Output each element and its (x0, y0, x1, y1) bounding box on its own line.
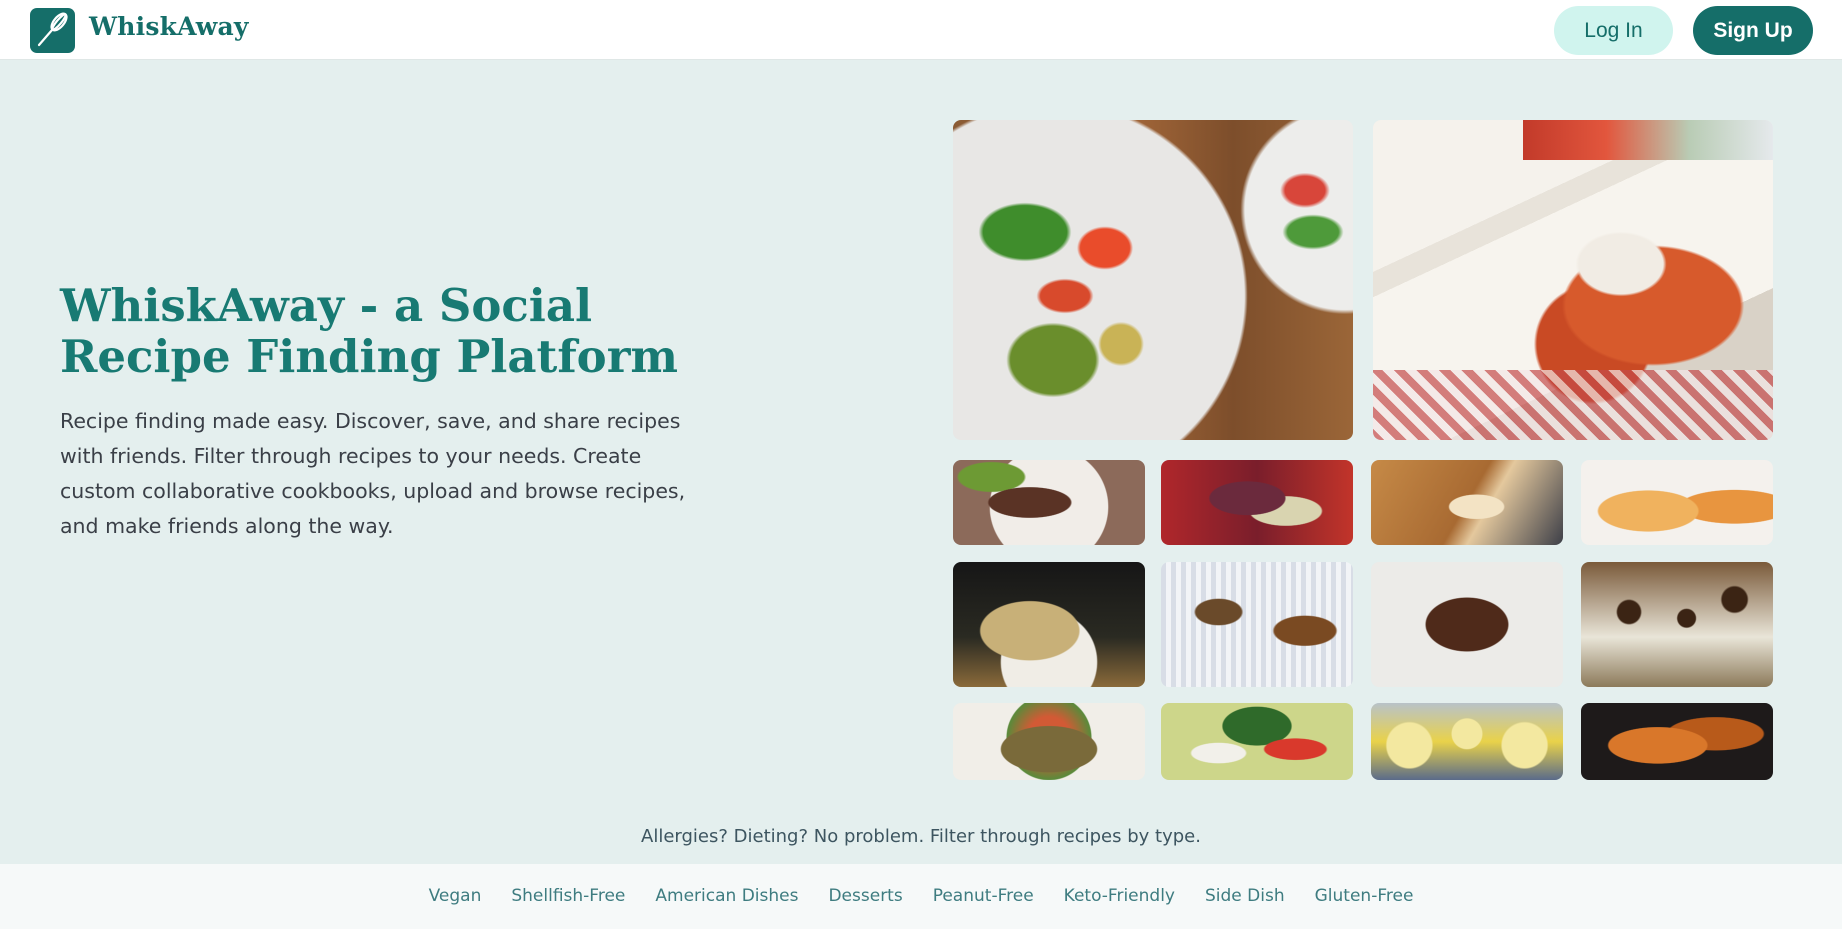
recipe-thumbnail (1581, 703, 1773, 780)
recipe-thumbnail (1161, 460, 1353, 545)
whisk-icon[interactable] (30, 8, 75, 53)
signup-button[interactable]: Sign Up (1693, 6, 1813, 55)
recipe-image-gallery (953, 120, 1773, 780)
recipe-thumbnail (953, 460, 1145, 545)
filter-shellfish-free[interactable]: Shellfish-Free (496, 886, 640, 906)
recipe-thumbnail (953, 562, 1145, 687)
top-navbar: WhiskAway Log In Sign Up (0, 0, 1842, 60)
recipe-thumbnail (953, 703, 1145, 780)
recipe-thumbnail (1371, 562, 1563, 687)
filter-vegan[interactable]: Vegan (414, 886, 497, 906)
filter-desserts[interactable]: Desserts (813, 886, 917, 906)
filter-bar: Vegan Shellfish-Free American Dishes Des… (0, 864, 1842, 929)
hero-description: Recipe finding made easy. Discover, save… (60, 409, 686, 538)
filter-peanut-free[interactable]: Peanut-Free (918, 886, 1049, 906)
login-button[interactable]: Log In (1554, 6, 1673, 55)
filter-american-dishes[interactable]: American Dishes (640, 886, 813, 906)
filter-side-dish[interactable]: Side Dish (1190, 886, 1300, 906)
recipe-thumbnail (1161, 703, 1353, 780)
cookbook-photo (1373, 120, 1773, 440)
recipe-thumbnail (1371, 703, 1563, 780)
recipe-thumbnail (1161, 562, 1353, 687)
filter-tagline: Allergies? Dieting? No problem. Filter t… (641, 826, 1201, 847)
filter-list: Vegan Shellfish-Free American Dishes Des… (0, 886, 1842, 906)
brand-name[interactable]: WhiskAway (89, 12, 249, 41)
recipe-thumbnail (1581, 460, 1773, 545)
filter-gluten-free[interactable]: Gluten-Free (1300, 886, 1429, 906)
salad-plate-photo (953, 120, 1353, 440)
recipe-thumbnail (1371, 460, 1563, 545)
recipe-thumbnail (1581, 562, 1773, 687)
hero-title: WhiskAway - a Social Recipe Finding Plat… (60, 279, 679, 383)
filter-keto-friendly[interactable]: Keto-Friendly (1049, 886, 1190, 906)
